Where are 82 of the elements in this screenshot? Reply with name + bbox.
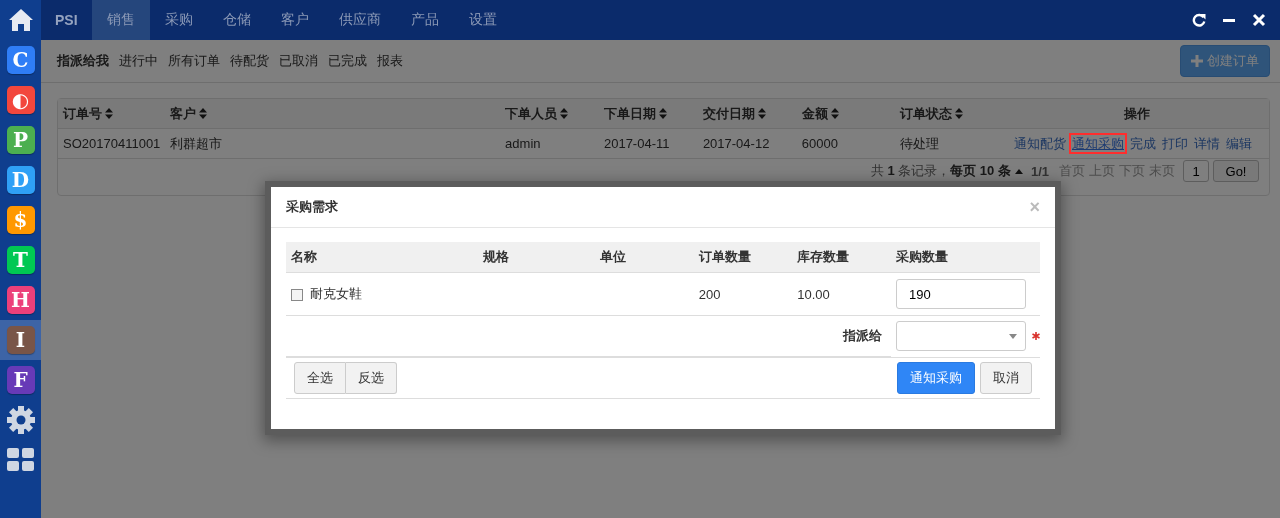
sort-icon [658,108,667,119]
nav-tab[interactable]: 采购 [149,0,208,40]
nav-tab[interactable]: 仓储 [207,0,266,40]
sidebar-item[interactable]: T [0,240,41,280]
home-icon [7,8,34,32]
action-link[interactable]: 编辑 [1225,134,1253,152]
sort-icon [560,108,569,119]
record-summary: 共 1 条记录，每页 10 条 [870,162,1011,180]
action-link[interactable]: 打印 [1161,134,1189,152]
action-link[interactable]: 完成 [1129,134,1157,152]
invert-selection-button[interactable]: 反选 [346,362,397,394]
table-cell: SO20170411001 [63,136,161,151]
sidebar-item[interactable]: H [0,280,41,320]
sidebar-item[interactable]: ◐ [0,80,41,120]
table-cell: 200 [698,286,721,302]
grid-icon [6,448,35,472]
filter-tab[interactable]: 所有订单 [168,52,220,70]
sort-icon [830,108,839,119]
nav-tab[interactable]: 客户 [265,0,324,40]
filter-tab[interactable]: 报表 [377,52,403,70]
column-header[interactable]: 客户 [170,104,197,123]
table-cell: 利群超市 [170,135,223,151]
nav-tab[interactable]: 供应商 [323,0,396,40]
table-cell: 待处理 [899,135,939,151]
field-label: 指派给 [843,328,882,343]
nav-tab[interactable]: 产品 [395,0,454,40]
sidebar-item[interactable]: I [0,320,41,360]
brand-name: PSI [54,11,79,30]
sidebar-item[interactable]: C [0,40,41,80]
column-header[interactable]: 交付日期 [702,104,755,123]
plus-icon [1191,55,1203,67]
column-header: 库存数量 [797,249,850,264]
sort-icon [105,108,113,119]
filter-tab[interactable]: 待配货 [230,52,269,70]
page-indicator: 1/1 [1030,163,1049,179]
checkbox[interactable] [291,288,303,301]
sort-icon [954,108,963,119]
column-header[interactable]: 订单状态 [899,104,952,123]
nav-tab[interactable]: 设置 [453,0,512,40]
column-header: 采购数量 [896,249,948,264]
required-icon [1032,332,1040,340]
table-cell: 2017-04-11 [603,136,670,151]
action-link[interactable]: 通知配货 [1013,134,1067,152]
go-button[interactable]: Go! [1213,160,1259,182]
settings-icon [5,405,36,435]
sidebar-item[interactable]: F [0,360,41,400]
notify-purchase-button[interactable]: 通知采购 [897,362,975,394]
select-all-button[interactable]: 全选 [294,362,346,394]
caret-up-icon [1014,168,1023,174]
column-header[interactable]: 操作 [1123,104,1150,123]
action-link[interactable]: 通知采购 [1071,134,1125,152]
action-link[interactable]: 详情 [1193,134,1221,152]
table-cell: 2017-04-12 [702,136,770,151]
sidebar-item[interactable]: D [0,160,41,200]
column-header: 单位 [600,249,627,264]
caret-down-icon [1009,333,1017,339]
table-cell: 10.00 [797,286,830,302]
table-cell: admin [505,136,541,151]
filter-tab[interactable]: 已取消 [279,52,318,70]
refresh-icon [1192,13,1206,27]
cancel-button[interactable]: 取消 [980,362,1032,394]
filter-tab[interactable]: 已完成 [328,52,367,70]
column-header[interactable]: 订单号 [63,104,102,123]
quantity-field[interactable]: 190 [896,279,1026,309]
sidebar-item[interactable]: P [0,120,41,160]
column-header: 名称 [291,249,317,264]
dialog-title: 采购需求 [286,198,338,216]
sort-icon [757,108,766,119]
filter-tab[interactable]: 进行中 [119,52,158,70]
table-cell: 60000 [801,136,838,151]
sidebar-item[interactable]: $ [0,200,41,240]
sort-icon [199,108,208,119]
page-input[interactable]: 1 [1183,160,1209,182]
product-name: 耐克女鞋 [310,286,362,301]
nav-tab[interactable]: 销售 [91,0,150,40]
column-header: 订单数量 [698,249,751,264]
column-header[interactable]: 下单日期 [603,104,656,123]
close-icon [1252,13,1266,27]
filter-tab[interactable]: 指派给我 [57,52,109,70]
column-header: 规格 [482,249,509,264]
column-header[interactable]: 下单人员 [505,104,558,123]
column-header[interactable]: 金额 [801,104,828,123]
